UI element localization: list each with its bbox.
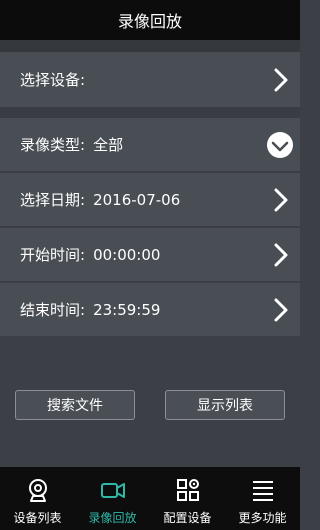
record-type-row[interactable]: 录像类型: 全部: [0, 118, 300, 172]
record-type-label: 录像类型:: [20, 136, 86, 154]
tab-playback-label: 录像回放: [88, 511, 137, 525]
section-gap: [0, 108, 300, 118]
tab-playback[interactable]: 录像回放: [75, 467, 150, 530]
tab-more-functions[interactable]: 更多功能: [225, 467, 300, 530]
chevron-right-icon: [274, 243, 288, 266]
end-time-label: 结束时间:: [20, 301, 86, 319]
chevron-right-icon: [274, 188, 288, 211]
tab-device-list-label: 设备列表: [13, 511, 62, 525]
select-date-value: 2016-07-06: [93, 190, 181, 209]
dropdown-check-icon[interactable]: [266, 131, 294, 159]
select-date-label: 选择日期:: [20, 191, 86, 209]
camera-icon: [28, 479, 47, 502]
page-title: 录像回放: [117, 12, 182, 31]
tab-device-list[interactable]: 设备列表: [0, 467, 75, 530]
end-time-value: 23:59:59: [93, 300, 161, 319]
chevron-right-icon: [274, 298, 288, 321]
record-type-value: 全部: [93, 136, 124, 154]
select-date-row[interactable]: 选择日期: 2016-07-06: [0, 173, 300, 227]
tab-configure-device-label: 配置设备: [163, 511, 212, 525]
menu-icon: [252, 481, 273, 501]
tab-more-functions-label: 更多功能: [238, 511, 287, 525]
search-files-button[interactable]: 搜索文件: [15, 390, 135, 420]
start-time-value: 00:00:00: [93, 245, 161, 264]
title-bar: 录像回放: [0, 0, 300, 40]
start-time-row[interactable]: 开始时间: 00:00:00: [0, 228, 300, 282]
settings-grid-icon: [176, 479, 199, 501]
select-device-row[interactable]: 选择设备:: [0, 52, 300, 108]
chevron-right-icon: [274, 68, 288, 91]
tab-configure-device[interactable]: 配置设备: [150, 467, 225, 530]
display-list-button[interactable]: 显示列表: [165, 390, 285, 420]
bottom-tab-bar: 设备列表 录像回放 配置设备 更多功能: [0, 467, 300, 530]
video-icon: [100, 483, 125, 498]
top-gap: [0, 40, 300, 52]
end-time-row[interactable]: 结束时间: 23:59:59: [0, 283, 300, 337]
start-time-label: 开始时间:: [20, 246, 86, 264]
select-device-label: 选择设备:: [20, 71, 86, 89]
